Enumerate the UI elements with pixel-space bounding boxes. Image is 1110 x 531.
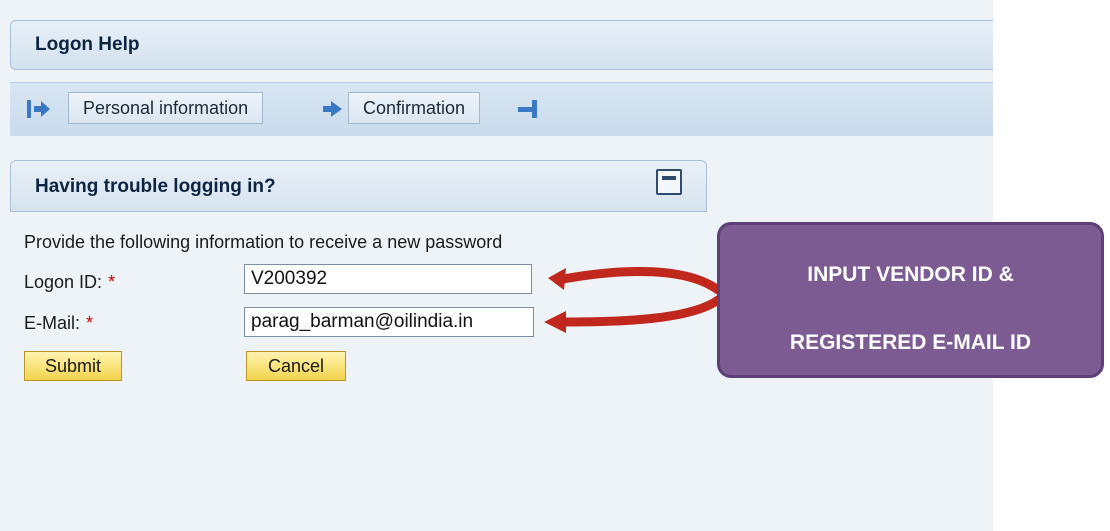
arrow-to-email xyxy=(557,295,723,327)
callout-line-1: INPUT VENDOR ID & xyxy=(807,263,1014,286)
annotation-callout: INPUT VENDOR ID & REGISTERED E-MAIL ID xyxy=(717,222,1104,378)
arrow-to-logon-id xyxy=(553,267,723,295)
arrow-head-logon-id-icon xyxy=(548,268,566,290)
callout-line-2: REGISTERED E-MAIL ID xyxy=(789,331,1032,354)
arrow-head-email-icon xyxy=(544,311,566,333)
